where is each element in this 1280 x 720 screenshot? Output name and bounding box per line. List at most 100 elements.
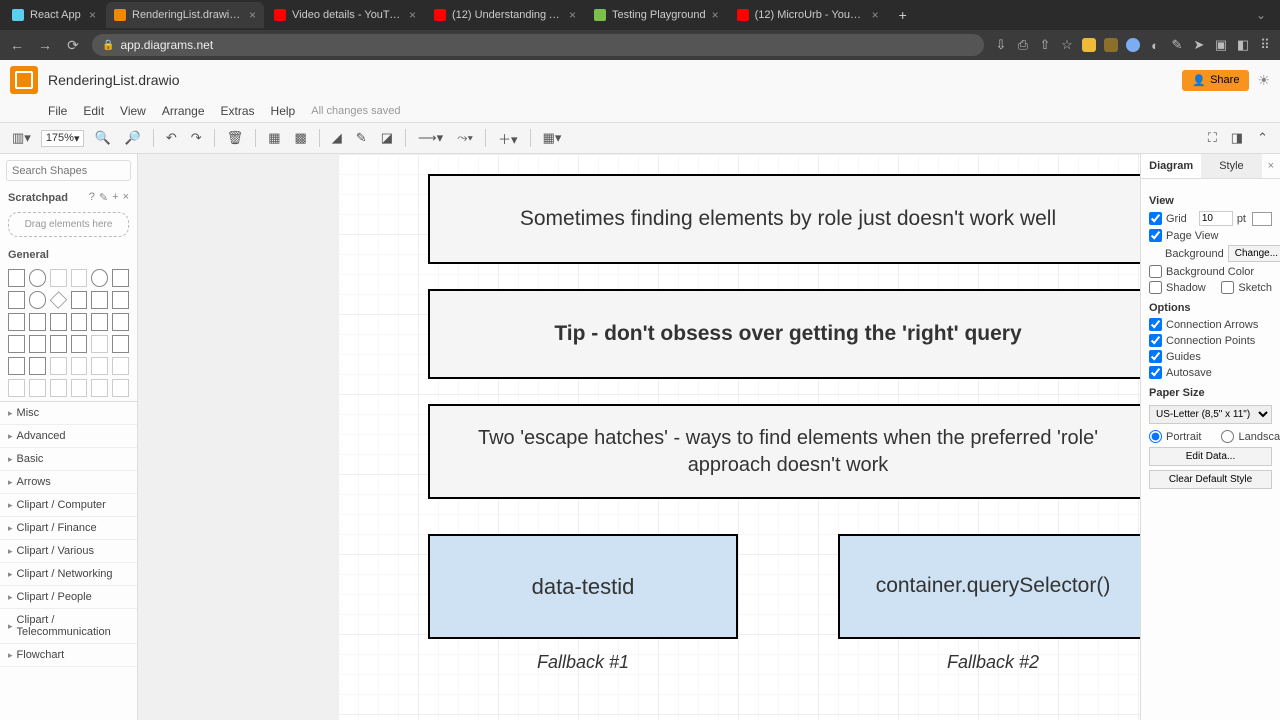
- close-icon[interactable]: ×: [89, 8, 96, 22]
- paper-size-select[interactable]: US-Letter (8,5" x 11"): [1149, 405, 1272, 424]
- diagram-fallback-1[interactable]: data-testid: [428, 534, 738, 639]
- ext-icon[interactable]: [1082, 38, 1096, 52]
- bookmark-icon[interactable]: ☆: [1060, 38, 1074, 52]
- sidebar-icon[interactable]: ◧: [1236, 38, 1250, 52]
- drawio-logo[interactable]: [10, 66, 38, 94]
- shape-textbox[interactable]: [71, 269, 88, 287]
- canvas[interactable]: Sometimes finding elements by role just …: [138, 154, 1140, 720]
- shape-connector[interactable]: [71, 379, 88, 397]
- menu-arrange[interactable]: Arrange: [162, 104, 205, 118]
- shape[interactable]: [8, 313, 25, 331]
- sketch-checkbox[interactable]: [1221, 281, 1234, 294]
- collapse-icon[interactable]: ⌃: [1253, 128, 1272, 148]
- cat-clip-finance[interactable]: Clipart / Finance: [0, 517, 137, 540]
- shape-arrow[interactable]: [112, 357, 129, 375]
- zoom-select[interactable]: 175% ▾: [41, 130, 85, 147]
- close-panel-icon[interactable]: ×: [1262, 154, 1280, 178]
- shape[interactable]: [8, 357, 25, 375]
- shape-line[interactable]: [71, 357, 88, 375]
- diagram-box-1[interactable]: Sometimes finding elements by role just …: [428, 174, 1140, 264]
- shadow-checkbox[interactable]: [1149, 281, 1162, 294]
- cat-misc[interactable]: Misc: [0, 402, 137, 425]
- autosave-checkbox[interactable]: [1149, 366, 1162, 379]
- caption-fallback-2[interactable]: Fallback #2: [838, 652, 1140, 673]
- table-icon[interactable]: ▦▾: [539, 128, 566, 148]
- ext-icon[interactable]: ▣: [1214, 38, 1228, 52]
- shape-arrow[interactable]: [91, 357, 108, 375]
- search-input[interactable]: [12, 165, 138, 177]
- shape-ellipse[interactable]: [91, 269, 108, 287]
- browser-tab-active[interactable]: RenderingList.drawio – draw.io×: [106, 2, 264, 28]
- help-icon[interactable]: ?: [89, 191, 95, 204]
- search-shapes[interactable]: 🔍: [6, 160, 131, 181]
- diagram-box-3[interactable]: Two 'escape hatches' - ways to find elem…: [428, 404, 1140, 499]
- scratchpad-header[interactable]: Scratchpad ?✎+×: [0, 187, 137, 208]
- cat-clip-various[interactable]: Clipart / Various: [0, 540, 137, 563]
- edit-icon[interactable]: ✎: [99, 191, 108, 204]
- back-button[interactable]: ←: [8, 37, 26, 53]
- new-tab-button[interactable]: +: [889, 7, 917, 23]
- reload-button[interactable]: ⟳: [64, 37, 82, 54]
- shape-line[interactable]: [8, 379, 25, 397]
- menu-view[interactable]: View: [120, 104, 146, 118]
- browser-tab[interactable]: (12) Understanding ARIA Roles×: [426, 2, 584, 28]
- caption-fallback-1[interactable]: Fallback #1: [428, 652, 738, 673]
- browser-tab[interactable]: Video details - YouTube Studio×: [266, 2, 424, 28]
- close-icon[interactable]: ×: [123, 191, 129, 204]
- shape[interactable]: [71, 335, 88, 353]
- redo-button[interactable]: ↷: [187, 128, 206, 148]
- shape-connector[interactable]: [91, 379, 108, 397]
- shape[interactable]: [91, 313, 108, 331]
- cat-clip-telecom[interactable]: Clipart / Telecommunication: [0, 609, 137, 644]
- file-name[interactable]: RenderingList.drawio: [48, 72, 1182, 88]
- shape-line[interactable]: [29, 379, 46, 397]
- close-icon[interactable]: ×: [249, 8, 256, 22]
- close-icon[interactable]: ×: [872, 8, 879, 22]
- shape[interactable]: [112, 313, 129, 331]
- pageview-checkbox[interactable]: [1149, 229, 1162, 242]
- shape[interactable]: [29, 313, 46, 331]
- cat-advanced[interactable]: Advanced: [0, 425, 137, 448]
- tabs-overflow-icon[interactable]: ⌄: [1246, 8, 1276, 22]
- share-icon[interactable]: ⇧: [1038, 38, 1052, 52]
- shape[interactable]: [50, 335, 67, 353]
- tab-diagram[interactable]: Diagram: [1141, 154, 1201, 178]
- cat-clip-people[interactable]: Clipart / People: [0, 586, 137, 609]
- add-icon[interactable]: +: [112, 191, 118, 204]
- appearance-icon[interactable]: ☀: [1257, 72, 1270, 89]
- browser-tab[interactable]: Testing Playground×: [586, 2, 727, 28]
- insert-icon[interactable]: ＋▾: [494, 127, 522, 150]
- shape[interactable]: [71, 313, 88, 331]
- shape[interactable]: [91, 291, 108, 309]
- tab-style[interactable]: Style: [1201, 154, 1261, 178]
- guides-checkbox[interactable]: [1149, 350, 1162, 363]
- line-color-icon[interactable]: ✎: [352, 128, 371, 148]
- close-icon[interactable]: ×: [409, 8, 416, 22]
- fullscreen-icon[interactable]: ⛶: [1204, 128, 1221, 148]
- menu-help[interactable]: Help: [271, 104, 296, 118]
- shape-line[interactable]: [50, 357, 67, 375]
- shape[interactable]: [112, 335, 129, 353]
- browser-tab[interactable]: React App×: [4, 2, 104, 28]
- landscape-radio[interactable]: [1221, 430, 1234, 443]
- delete-button[interactable]: 🗑: [223, 128, 248, 148]
- menu-edit[interactable]: Edit: [83, 104, 104, 118]
- close-icon[interactable]: ×: [712, 8, 719, 22]
- forward-button[interactable]: →: [36, 37, 54, 53]
- bgcolor-checkbox[interactable]: [1149, 265, 1162, 278]
- cat-basic[interactable]: Basic: [0, 448, 137, 471]
- zoom-out-icon[interactable]: 🔎: [121, 128, 145, 148]
- share-button[interactable]: 👤 Share: [1182, 70, 1249, 91]
- ext-icon[interactable]: ➤: [1192, 38, 1206, 52]
- shape[interactable]: [8, 291, 25, 309]
- shape-actor[interactable]: [91, 335, 108, 353]
- shadow-icon[interactable]: ◪: [377, 128, 397, 148]
- undo-button[interactable]: ↶: [162, 128, 181, 148]
- cat-flowchart[interactable]: Flowchart: [0, 644, 137, 667]
- grid-color-swatch[interactable]: [1252, 212, 1272, 226]
- sidebar-toggle-icon[interactable]: ▥▾: [8, 128, 35, 148]
- page[interactable]: Sometimes finding elements by role just …: [338, 154, 1140, 720]
- screenshot-icon[interactable]: ⎙: [1016, 38, 1030, 52]
- change-bg-button[interactable]: Change...: [1228, 245, 1280, 262]
- shape[interactable]: [8, 335, 25, 353]
